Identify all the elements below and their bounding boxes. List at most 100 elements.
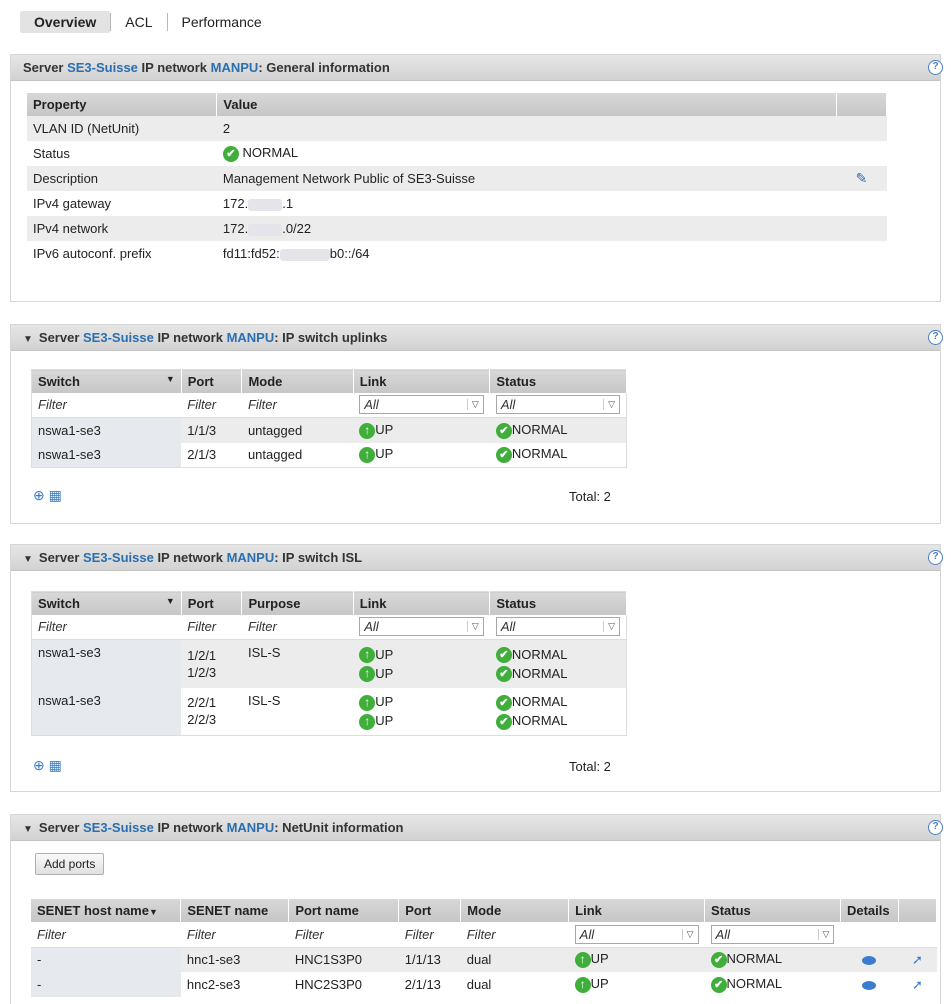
column-header[interactable]: SENET name bbox=[180, 899, 290, 922]
export-table-icon[interactable]: ▦ bbox=[49, 487, 62, 503]
filter-input[interactable]: Filter bbox=[460, 922, 569, 948]
status-ok-icon: ✔ bbox=[222, 145, 239, 162]
collapse-caret-icon[interactable]: ▼ bbox=[23, 547, 33, 573]
column-header[interactable]: SENET host name▼ bbox=[31, 899, 182, 922]
property-cell: IPv4 network bbox=[27, 216, 217, 241]
filter-input[interactable]: Filter bbox=[241, 614, 354, 640]
sort-desc-icon[interactable]: ▼ bbox=[149, 907, 158, 917]
panel-title: : General information bbox=[258, 60, 390, 75]
value-part: .1 bbox=[282, 196, 294, 211]
column-header[interactable]: Port name bbox=[288, 899, 400, 922]
status-filter-select[interactable]: All ▽ bbox=[489, 392, 627, 418]
filter-input[interactable]: Filter bbox=[181, 614, 242, 640]
column-header[interactable]: Port bbox=[181, 369, 243, 393]
link-filter-select[interactable]: All ▽ bbox=[568, 922, 705, 948]
link-filter-select[interactable]: All ▽ bbox=[353, 392, 490, 418]
netunit-table: SENET host name▼ SENET name Port name Po… bbox=[31, 899, 938, 997]
filter-input[interactable]: Filter bbox=[31, 614, 182, 640]
configure-arrow-icon[interactable]: ➚ bbox=[912, 952, 923, 967]
link-cell: ↑ UP ↑ UP bbox=[353, 688, 490, 736]
value-cell: 172. .0/22 bbox=[216, 216, 837, 241]
column-header[interactable]: Port bbox=[181, 591, 243, 615]
column-header-blank bbox=[898, 899, 938, 922]
column-header[interactable]: Link bbox=[353, 369, 491, 393]
chevron-down-icon: ▽ bbox=[603, 399, 615, 411]
filter-input[interactable]: Filter bbox=[181, 392, 242, 418]
filter-input[interactable]: Filter bbox=[31, 392, 182, 418]
column-header[interactable]: Switch ▼ bbox=[31, 369, 182, 393]
port-cell: 1/1/3 bbox=[181, 417, 242, 443]
table-row[interactable]: nswa1-se3 1/1/3 untagged ↑ UP ✔ NORMAL bbox=[31, 417, 627, 443]
sort-desc-icon[interactable]: ▼ bbox=[166, 596, 175, 606]
value-cell: fd11:fd52: b0::/64 bbox=[217, 241, 837, 266]
tab-overview[interactable]: Overview bbox=[20, 11, 111, 33]
status-ok-icon: ✔ bbox=[495, 666, 512, 683]
host-cell: - bbox=[31, 972, 181, 997]
filter-input[interactable]: Filter bbox=[180, 922, 289, 948]
sort-desc-icon[interactable]: ▼ bbox=[166, 374, 175, 384]
status-filter-select[interactable]: All ▽ bbox=[704, 922, 841, 948]
server-link[interactable]: SE3-Suisse bbox=[83, 330, 154, 345]
edit-pencil-icon[interactable]: ✎ bbox=[856, 170, 868, 186]
filter-input[interactable]: Filter bbox=[241, 392, 354, 418]
network-link[interactable]: MANPU bbox=[227, 820, 275, 835]
tab-performance[interactable]: Performance bbox=[168, 11, 276, 33]
table-row[interactable]: nswa1-se3 2/1/3 untagged ↑ UP ✔ NORMAL bbox=[31, 442, 627, 468]
server-link[interactable]: SE3-Suisse bbox=[83, 820, 154, 835]
filter-input[interactable]: Filter bbox=[288, 922, 399, 948]
port-name-cell: HNC1S3P0 bbox=[288, 947, 399, 972]
refresh-clock-icon[interactable]: ⊕ bbox=[33, 757, 45, 773]
tab-acl[interactable]: ACL bbox=[111, 11, 166, 33]
export-table-icon[interactable]: ▦ bbox=[49, 757, 62, 773]
table-row[interactable]: nswa1-se3 2/2/1 2/2/3 ISL-S ↑ UP ↑ UP ✔ NORM… bbox=[31, 687, 627, 736]
add-ports-button[interactable]: Add ports bbox=[35, 853, 105, 875]
column-header[interactable]: Port bbox=[398, 899, 462, 922]
status-filter-select[interactable]: All ▽ bbox=[489, 614, 627, 640]
table-row[interactable]: - hnc1-se3 HNC1S3P0 1/1/13 dual ↑ UP ✔ NOR… bbox=[31, 947, 937, 972]
collapse-caret-icon[interactable]: ▼ bbox=[23, 327, 33, 353]
column-header[interactable]: Mode bbox=[460, 899, 570, 922]
server-link[interactable]: SE3-Suisse bbox=[67, 60, 138, 75]
total-count: Total: 2 bbox=[569, 759, 611, 774]
panel-header[interactable]: ▼ Server SE3-Suisse IP network MANPU: IP … bbox=[11, 325, 943, 353]
isl-panel: ▼ Server SE3-Suisse IP network MANPU: IP … bbox=[10, 544, 943, 792]
column-header[interactable]: Mode bbox=[241, 369, 354, 393]
chevron-down-icon: ▽ bbox=[603, 621, 615, 633]
help-icon[interactable]: ? bbox=[928, 60, 943, 75]
column-header[interactable]: Link bbox=[568, 899, 706, 922]
filter-row: Filter Filter Filter All ▽ All ▽ bbox=[31, 614, 627, 640]
help-icon[interactable]: ? bbox=[928, 330, 943, 345]
table-row[interactable]: - hnc2-se3 HNC2S3P0 2/1/13 dual ↑ UP ✔ NOR… bbox=[31, 972, 937, 997]
network-link[interactable]: MANPU bbox=[211, 60, 259, 75]
status-ok-icon: ✔ bbox=[495, 422, 512, 439]
column-header[interactable]: Status bbox=[489, 591, 627, 615]
panel-header[interactable]: ▼ Server SE3-Suisse IP network MANPU: Net… bbox=[11, 815, 943, 843]
help-icon[interactable]: ? bbox=[928, 550, 943, 565]
filter-input[interactable]: Filter bbox=[31, 922, 181, 948]
refresh-clock-icon[interactable]: ⊕ bbox=[33, 487, 45, 503]
netunit-panel: ▼ Server SE3-Suisse IP network MANPU: Net… bbox=[10, 814, 943, 1004]
filter-input[interactable]: Filter bbox=[398, 922, 461, 948]
view-details-eye-icon[interactable] bbox=[862, 981, 877, 991]
configure-arrow-icon[interactable]: ➚ bbox=[912, 977, 923, 992]
panel-header[interactable]: ▼ Server SE3-Suisse IP network MANPU: IP … bbox=[11, 545, 943, 573]
network-link[interactable]: MANPU bbox=[227, 550, 275, 565]
column-header[interactable]: Status bbox=[489, 369, 627, 393]
server-link[interactable]: SE3-Suisse bbox=[83, 550, 154, 565]
link-filter-select[interactable]: All ▽ bbox=[353, 614, 490, 640]
help-icon[interactable]: ? bbox=[928, 820, 943, 835]
port-name-cell: HNC2S3P0 bbox=[294, 977, 363, 992]
column-header[interactable]: Status bbox=[704, 899, 841, 922]
empty-cell bbox=[837, 141, 887, 166]
table-row[interactable]: nswa1-se3 1/2/1 1/2/3 ISL-S ↑ UP ↑ UP ✔ NORM… bbox=[31, 639, 627, 688]
column-header[interactable]: Switch ▼ bbox=[31, 591, 182, 615]
empty-cell bbox=[837, 241, 887, 266]
column-header[interactable]: Purpose bbox=[241, 591, 354, 615]
collapse-caret-icon[interactable]: ▼ bbox=[23, 817, 33, 843]
link-cell: ↑ UP bbox=[568, 947, 705, 972]
view-details-eye-icon[interactable] bbox=[862, 956, 877, 966]
column-header[interactable]: Link bbox=[353, 591, 491, 615]
status-ok-icon: ✔ bbox=[495, 694, 512, 711]
column-header: Property bbox=[27, 93, 218, 116]
network-link[interactable]: MANPU bbox=[227, 330, 275, 345]
